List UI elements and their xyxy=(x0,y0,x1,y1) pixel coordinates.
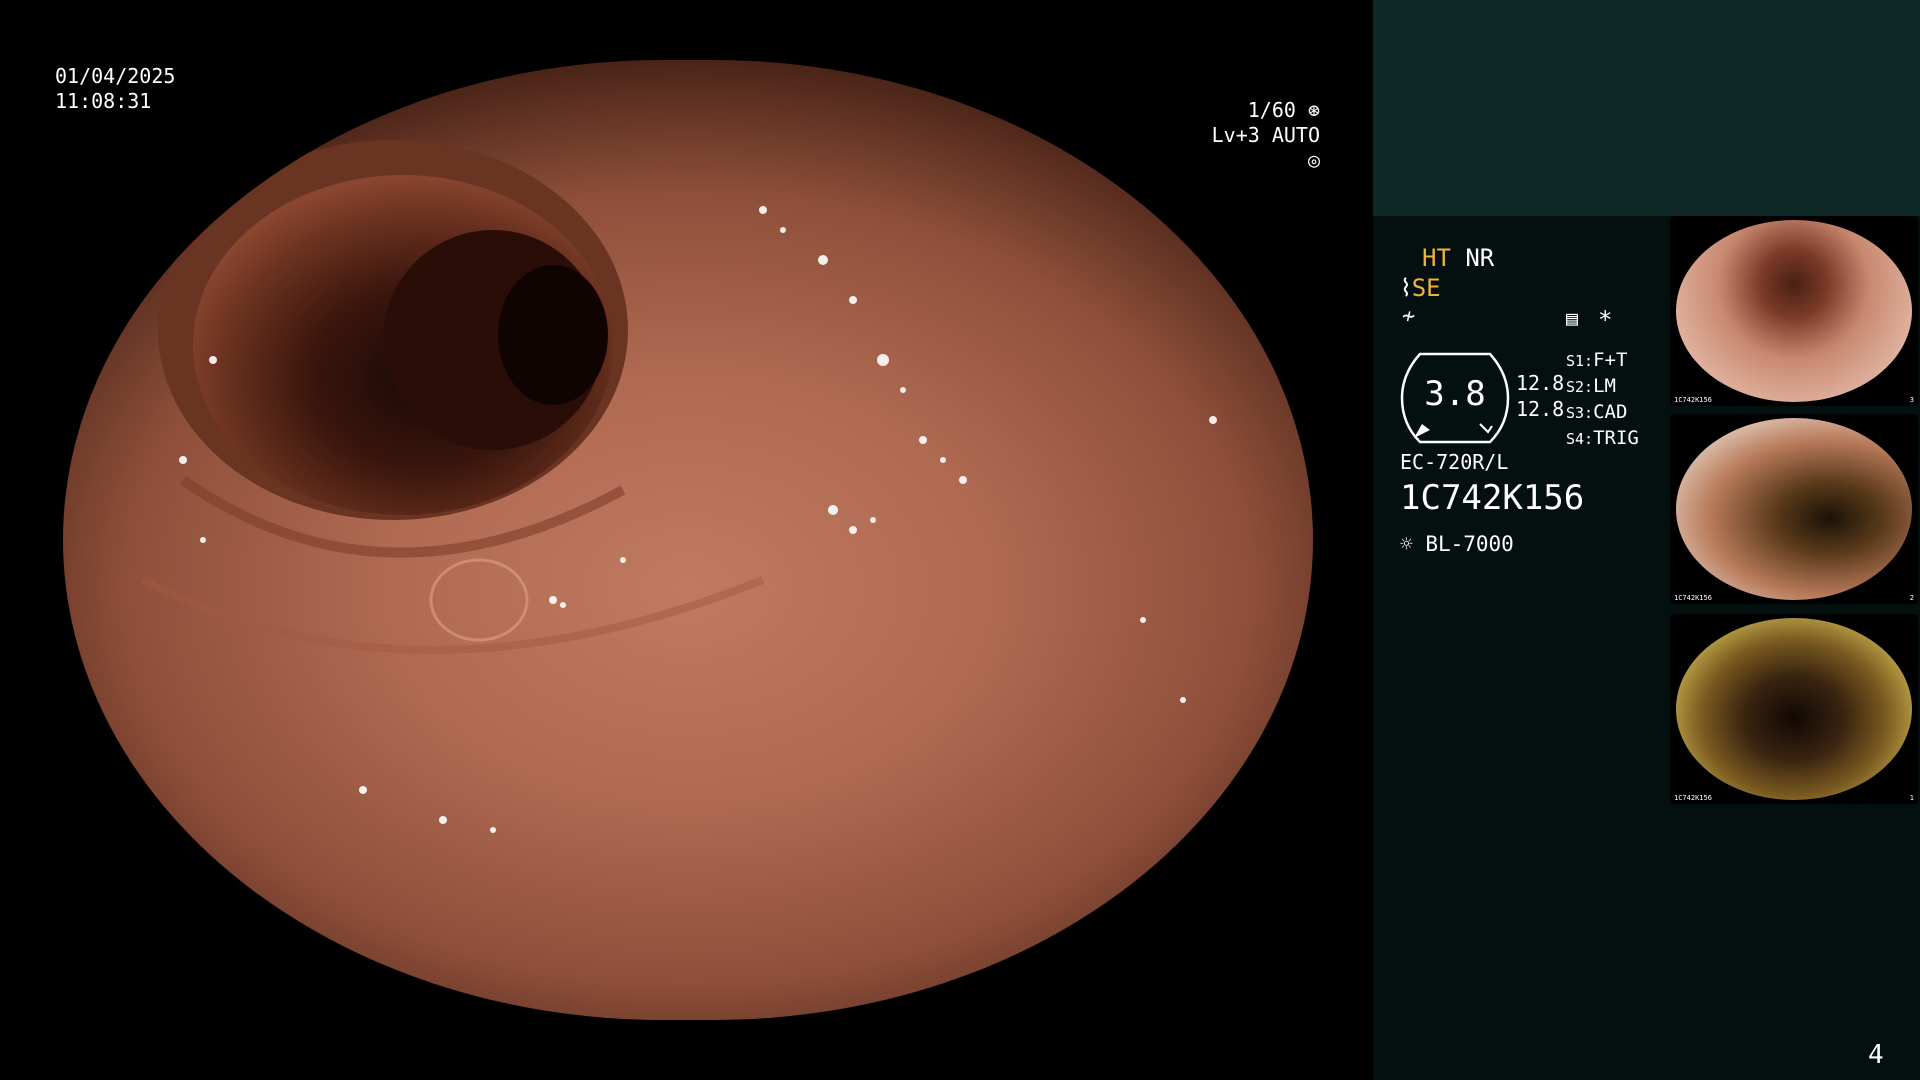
page-number: 4 xyxy=(1868,1040,1884,1070)
meter-value: 3.8 xyxy=(1424,374,1486,414)
info-panel-header xyxy=(1373,0,1920,216)
endoscopic-image xyxy=(63,60,1313,1020)
brightness-meter: 3.8 xyxy=(1400,352,1510,444)
switch-row: S4:TRIG xyxy=(1566,427,1639,449)
switch-row: S3:CAD xyxy=(1566,401,1628,423)
mode-text: AUTO xyxy=(1271,123,1320,147)
structure-icon: ⌇ xyxy=(1400,274,1412,302)
thumbnail-caption: 1C742K156 xyxy=(1674,794,1712,802)
ratio-1: 12.8 xyxy=(1516,371,1565,395)
thumbnail-image xyxy=(1676,220,1912,402)
thumbnail-index: 1 xyxy=(1909,794,1914,802)
ratio-values: 12.8 12.8 xyxy=(1516,370,1564,422)
shutter-speed-text: 1/60 xyxy=(1247,98,1296,122)
time-text: 11:08:31 xyxy=(55,89,152,113)
thumbnail-caption: 1C742K156 xyxy=(1674,594,1712,602)
switch-row: S1:F+T xyxy=(1566,349,1628,371)
switch-assignments: S1:F+T S2:LM S3:CAD S4:TRIG xyxy=(1566,348,1639,452)
scope-serial: 1C742K156 xyxy=(1400,478,1585,518)
enhancement-status: HT NR xyxy=(1422,244,1494,272)
thumbnail-image xyxy=(1676,418,1912,600)
thumbnail-index: 3 xyxy=(1909,396,1914,404)
auto-iris-icon: ◎ xyxy=(1307,148,1320,172)
level-text: Lv+3 xyxy=(1211,123,1260,147)
thumbnail-capture[interactable]: 1C742K156 2 xyxy=(1670,414,1918,604)
thumbnail-caption: 1C742K156 xyxy=(1674,396,1712,404)
switch-row: S2:LM xyxy=(1566,375,1616,397)
thumbnail-index: 2 xyxy=(1909,594,1914,602)
ht-label: HT xyxy=(1422,244,1451,272)
asterisk-label: * xyxy=(1598,306,1613,334)
light-source: ☼ BL-7000 xyxy=(1400,532,1514,556)
structure-enhancement: ⌇SE xyxy=(1400,274,1441,302)
se-label: SE xyxy=(1411,274,1441,302)
light-source-icon: ☼ xyxy=(1400,532,1413,556)
thumbnail-capture[interactable]: 1C742K156 3 xyxy=(1670,216,1918,406)
date-text: 01/04/2025 xyxy=(55,64,176,88)
exposure-display: 1/60 ⊛ Lv+3 AUTO ◎ xyxy=(1190,98,1320,173)
settings-icon: ▤ xyxy=(1566,306,1579,330)
light-source-text: BL-7000 xyxy=(1425,532,1514,556)
date-time-display: 01/04/2025 11:08:31 xyxy=(55,64,175,114)
ratio-2: 12.8 xyxy=(1516,397,1565,421)
nr-label: NR xyxy=(1465,244,1495,272)
scope-model: EC-720R/L xyxy=(1400,450,1509,474)
thumbnail-image xyxy=(1676,618,1912,800)
thumbnail-capture[interactable]: 1C742K156 1 xyxy=(1670,614,1918,804)
freeze-off-icon: ≁ xyxy=(1402,304,1416,329)
shutter-icon: ⊛ xyxy=(1307,98,1320,122)
